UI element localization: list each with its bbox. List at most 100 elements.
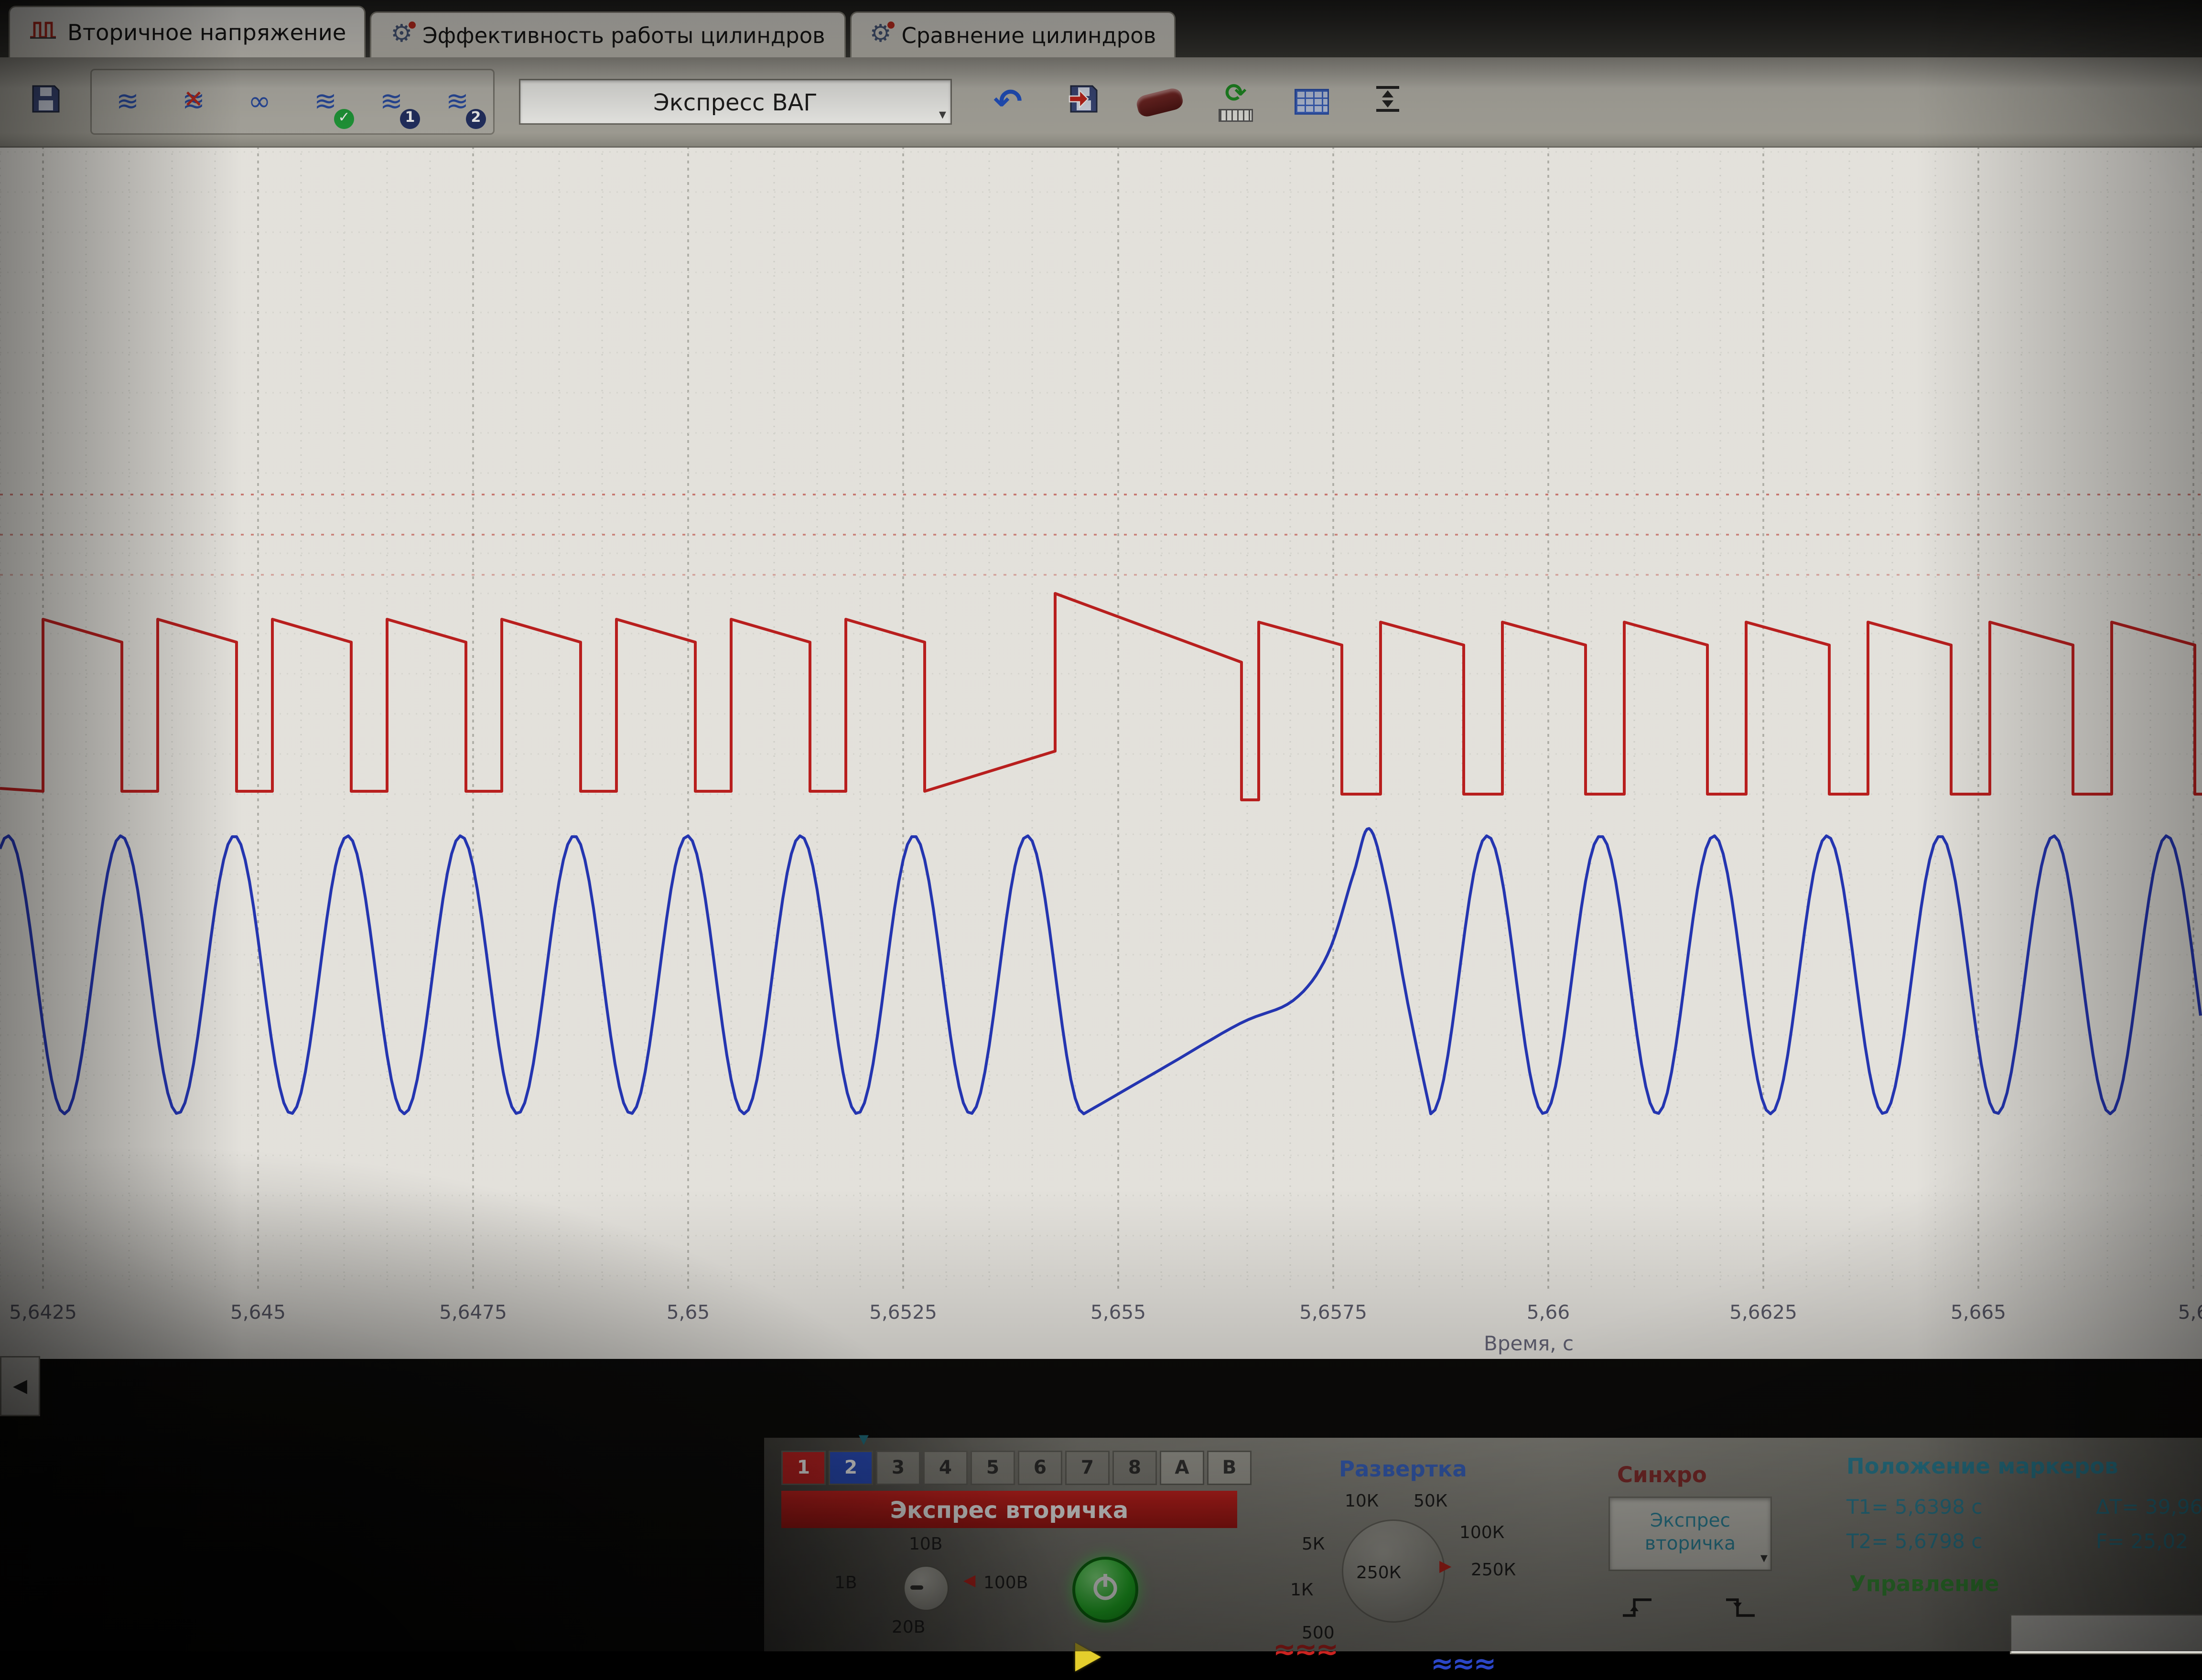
measure-button[interactable]: ⟳ — [1204, 73, 1267, 130]
waves-icon: ∞ — [248, 88, 270, 116]
chevron-down-icon: ▾ — [1760, 1551, 1768, 1569]
tab-cylinder-comparison[interactable]: ⚙ Сравнение цилиндров — [850, 11, 1177, 57]
x-tick-label: 5,645 — [230, 1302, 286, 1325]
channel-tab-B[interactable]: B — [1207, 1451, 1252, 1485]
yellow-triangle-icon[interactable] — [1075, 1643, 1101, 1671]
sync-source-dropdown[interactable]: Экспрес вторичка ▾ — [1608, 1497, 1772, 1571]
marker-f-value: F= 25,02 — [2096, 1531, 2188, 1554]
tab-label: Вторичное напряжение — [67, 20, 346, 45]
values-grid-button[interactable] — [1280, 73, 1343, 130]
undo-button[interactable]: ↶ — [976, 73, 1039, 130]
x-tick-label: 5,6 — [2178, 1302, 2202, 1325]
channel-tab-1[interactable]: 1 — [781, 1451, 826, 1485]
save-as-button[interactable] — [1052, 73, 1115, 130]
preset-value: Экспресс ВАГ — [653, 88, 817, 116]
channel-tab-4[interactable]: 4 — [923, 1451, 968, 1485]
floppy-disk-arrow-icon — [1067, 82, 1101, 122]
overlay-traces-button[interactable]: ∞ — [229, 73, 290, 130]
x-tick-label: 5,6575 — [1299, 1302, 1367, 1325]
cross-icon: ✕ — [184, 86, 204, 115]
floppy-disk-icon — [29, 82, 63, 122]
x-tick-label: 5,6475 — [439, 1302, 507, 1325]
voltage-pointer-icon: ◀ — [963, 1571, 975, 1590]
sweep-scale-label: 100К — [1459, 1522, 1504, 1542]
blue-waveform-icon[interactable]: ≈≈≈ — [1431, 1648, 1495, 1680]
waves-icon: ≋ — [314, 88, 337, 116]
trace-channel-2 — [0, 829, 2201, 1114]
save-button[interactable] — [14, 73, 77, 130]
x-tick-label: 5,655 — [1090, 1302, 1146, 1325]
channel-tab-2[interactable]: 2 — [829, 1451, 873, 1485]
up-down-arrows-icon — [1372, 83, 1403, 120]
traces-channel-2-button[interactable]: ≋2 — [427, 73, 487, 130]
channel-tab-6[interactable]: 6 — [1018, 1451, 1062, 1485]
x-tick-label: 5,6625 — [1729, 1302, 1797, 1325]
marker-t2-value: T2= 5,6798 с — [1846, 1531, 1982, 1554]
traces-apply-button[interactable]: ≋✓ — [295, 73, 356, 130]
trigger-edge-rising-button[interactable] — [1620, 1594, 1657, 1626]
channel-selector: 12345678AB — [781, 1451, 1252, 1485]
voltage-scale-knob[interactable] — [903, 1565, 949, 1611]
chart-area: 5,6425 5,645 5,6475 5,65 5,6525 5,655 5,6575 5,… — [0, 146, 2202, 1359]
trigger-edge-falling-button[interactable] — [1723, 1594, 1760, 1626]
x-axis-label: Время, с — [1484, 1333, 1574, 1356]
show-all-traces-button[interactable]: ≋ — [97, 73, 158, 130]
badge-icon: 2 — [466, 109, 486, 129]
trace-display-button-group: ≋≋✕∞≋✓≋1≋2 — [90, 69, 495, 135]
tab-label: Сравнение цилиндров — [901, 22, 1156, 48]
sync-section-title: Синхро — [1617, 1462, 1707, 1488]
gear-icon: ⚙ — [870, 23, 892, 47]
left-arrow-icon: ◀ — [13, 1376, 27, 1397]
tab-cylinder-efficiency[interactable]: ⚙ Эффективность работы цилиндров — [370, 11, 845, 57]
badge-icon: 1 — [400, 109, 420, 129]
sweep-section-title: Развертка — [1339, 1456, 1467, 1482]
traces-channel-1-button[interactable]: ≋1 — [361, 73, 421, 130]
waveform-icon — [29, 18, 57, 47]
power-icon — [1090, 1571, 1121, 1608]
hide-traces-button[interactable]: ≋✕ — [163, 73, 224, 130]
app-window: Вторичное напряжение ⚙ Эффективность раб… — [0, 0, 2202, 1651]
rising-edge-icon — [1620, 1594, 1657, 1620]
gear-icon: ⚙ — [390, 23, 412, 47]
x-tick-label: 5,65 — [667, 1302, 710, 1325]
markers-section-title: Положение маркеров — [1846, 1454, 2118, 1479]
scroll-left-button[interactable]: ◀ — [0, 1356, 40, 1416]
sweep-scale-label: 250К — [1356, 1562, 1401, 1583]
x-tick-label: 5,6425 — [9, 1302, 77, 1325]
channel-tab-A[interactable]: A — [1160, 1451, 1204, 1485]
eraser-button[interactable] — [1128, 73, 1191, 130]
sweep-scale-label: 5К — [1302, 1534, 1325, 1554]
channel-tab-8[interactable]: 8 — [1112, 1451, 1157, 1485]
channel-tab-7[interactable]: 7 — [1065, 1451, 1110, 1485]
sweep-scale-label: 1К — [1290, 1580, 1313, 1600]
circular-arrow-icon: ⟳ — [1225, 82, 1246, 108]
grid-icon — [1295, 89, 1329, 115]
eraser-icon — [1135, 86, 1185, 118]
tab-secondary-voltage[interactable]: Вторичное напряжение — [9, 6, 366, 57]
channel-power-button[interactable] — [1072, 1557, 1138, 1623]
voltage-scale-label: 20В — [892, 1617, 926, 1637]
chevron-down-icon: ▾ — [939, 108, 946, 123]
marker-dt-value: ΔT= 39,96 — [2096, 1497, 2202, 1519]
x-tick-label: 5,6525 — [869, 1302, 937, 1325]
info-box — [2010, 1614, 2202, 1654]
voltage-scale-label: 10В — [909, 1534, 943, 1554]
markers-button[interactable] — [1356, 73, 1419, 130]
x-tick-label: 5,665 — [1951, 1302, 2006, 1325]
x-axis: 5,6425 5,645 5,6475 5,65 5,6525 5,655 5,6575 5,… — [0, 1293, 2202, 1327]
preset-dropdown[interactable]: Экспресс ВАГ ▾ — [519, 79, 952, 125]
sweep-pointer-icon: ▶ — [1439, 1557, 1451, 1575]
sweep-scale-label: 10К — [1345, 1491, 1379, 1511]
tab-bar: Вторичное напряжение ⚙ Эффективность раб… — [0, 0, 2202, 57]
ruler-icon — [1219, 109, 1253, 122]
oscilloscope-plot — [0, 146, 2202, 1293]
sync-source-line2: вторичка — [1645, 1534, 1736, 1557]
toolbar: ≋≋✕∞≋✓≋1≋2 Экспресс ВАГ ▾ ↶ ⟳ — [0, 57, 2202, 148]
tab-label: Эффективность работы цилиндров — [422, 22, 825, 48]
channel-tab-3[interactable]: 3 — [876, 1451, 920, 1485]
channel-tab-5[interactable]: 5 — [971, 1451, 1015, 1485]
sweep-scale-label: 50К — [1414, 1491, 1447, 1511]
channel-1-banner: Экспрес вторичка — [781, 1491, 1237, 1528]
undo-icon: ↶ — [993, 85, 1022, 119]
waves-icon: ≋ — [116, 88, 139, 116]
